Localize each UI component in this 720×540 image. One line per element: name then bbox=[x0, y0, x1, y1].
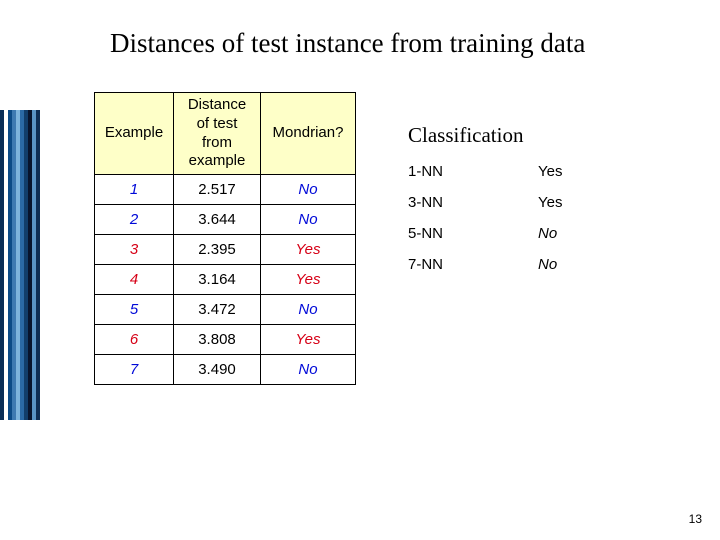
cell-distance: 2.517 bbox=[174, 175, 261, 205]
table-row: 43.164Yes bbox=[95, 265, 356, 295]
cell-mondrian: No bbox=[261, 175, 356, 205]
table-row: 3-NNYes bbox=[408, 187, 582, 218]
decorative-stripes bbox=[0, 110, 40, 420]
distance-table-header-example: Example bbox=[95, 93, 174, 175]
table-row: 5-NNNo bbox=[408, 218, 582, 249]
stripe bbox=[36, 110, 40, 420]
cell-distance: 3.808 bbox=[174, 325, 261, 355]
cell-example: 7 bbox=[95, 355, 174, 385]
cell-mondrian: No bbox=[261, 355, 356, 385]
cell-example: 2 bbox=[95, 205, 174, 235]
cell-mondrian: Yes bbox=[261, 325, 356, 355]
cell-distance: 3.164 bbox=[174, 265, 261, 295]
cell-mondrian: Yes bbox=[261, 235, 356, 265]
cell-mondrian: No bbox=[261, 205, 356, 235]
slide-title: Distances of test instance from training… bbox=[110, 28, 585, 59]
classification-heading: Classification bbox=[408, 123, 523, 148]
distance-table: Example Distanceof testfromexample Mondr… bbox=[94, 92, 356, 385]
distance-table-body: 12.517No23.644No32.395Yes43.164Yes53.472… bbox=[95, 175, 356, 385]
cell-k: 1-NN bbox=[408, 156, 538, 187]
cell-answer: No bbox=[538, 249, 582, 280]
distance-table-header-distance: Distanceof testfromexample bbox=[174, 93, 261, 175]
table-row: 73.490No bbox=[95, 355, 356, 385]
cell-example: 1 bbox=[95, 175, 174, 205]
table-row: 32.395Yes bbox=[95, 235, 356, 265]
cell-distance: 3.644 bbox=[174, 205, 261, 235]
cell-mondrian: No bbox=[261, 295, 356, 325]
table-row: 23.644No bbox=[95, 205, 356, 235]
cell-k: 5-NN bbox=[408, 218, 538, 249]
cell-answer: Yes bbox=[538, 156, 582, 187]
classification-table: 1-NNYes3-NNYes5-NNNo7-NNNo bbox=[408, 156, 582, 280]
cell-example: 3 bbox=[95, 235, 174, 265]
cell-mondrian: Yes bbox=[261, 265, 356, 295]
cell-k: 3-NN bbox=[408, 187, 538, 218]
cell-distance: 3.490 bbox=[174, 355, 261, 385]
table-row: 7-NNNo bbox=[408, 249, 582, 280]
cell-distance: 3.472 bbox=[174, 295, 261, 325]
cell-k: 7-NN bbox=[408, 249, 538, 280]
table-row: 1-NNYes bbox=[408, 156, 582, 187]
cell-example: 4 bbox=[95, 265, 174, 295]
page-number: 13 bbox=[689, 512, 702, 526]
classification-table-body: 1-NNYes3-NNYes5-NNNo7-NNNo bbox=[408, 156, 582, 280]
cell-answer: Yes bbox=[538, 187, 582, 218]
cell-answer: No bbox=[538, 218, 582, 249]
table-row: 12.517No bbox=[95, 175, 356, 205]
cell-distance: 2.395 bbox=[174, 235, 261, 265]
cell-example: 6 bbox=[95, 325, 174, 355]
cell-example: 5 bbox=[95, 295, 174, 325]
table-row: 63.808Yes bbox=[95, 325, 356, 355]
table-row: 53.472No bbox=[95, 295, 356, 325]
distance-table-header-mondrian: Mondrian? bbox=[261, 93, 356, 175]
